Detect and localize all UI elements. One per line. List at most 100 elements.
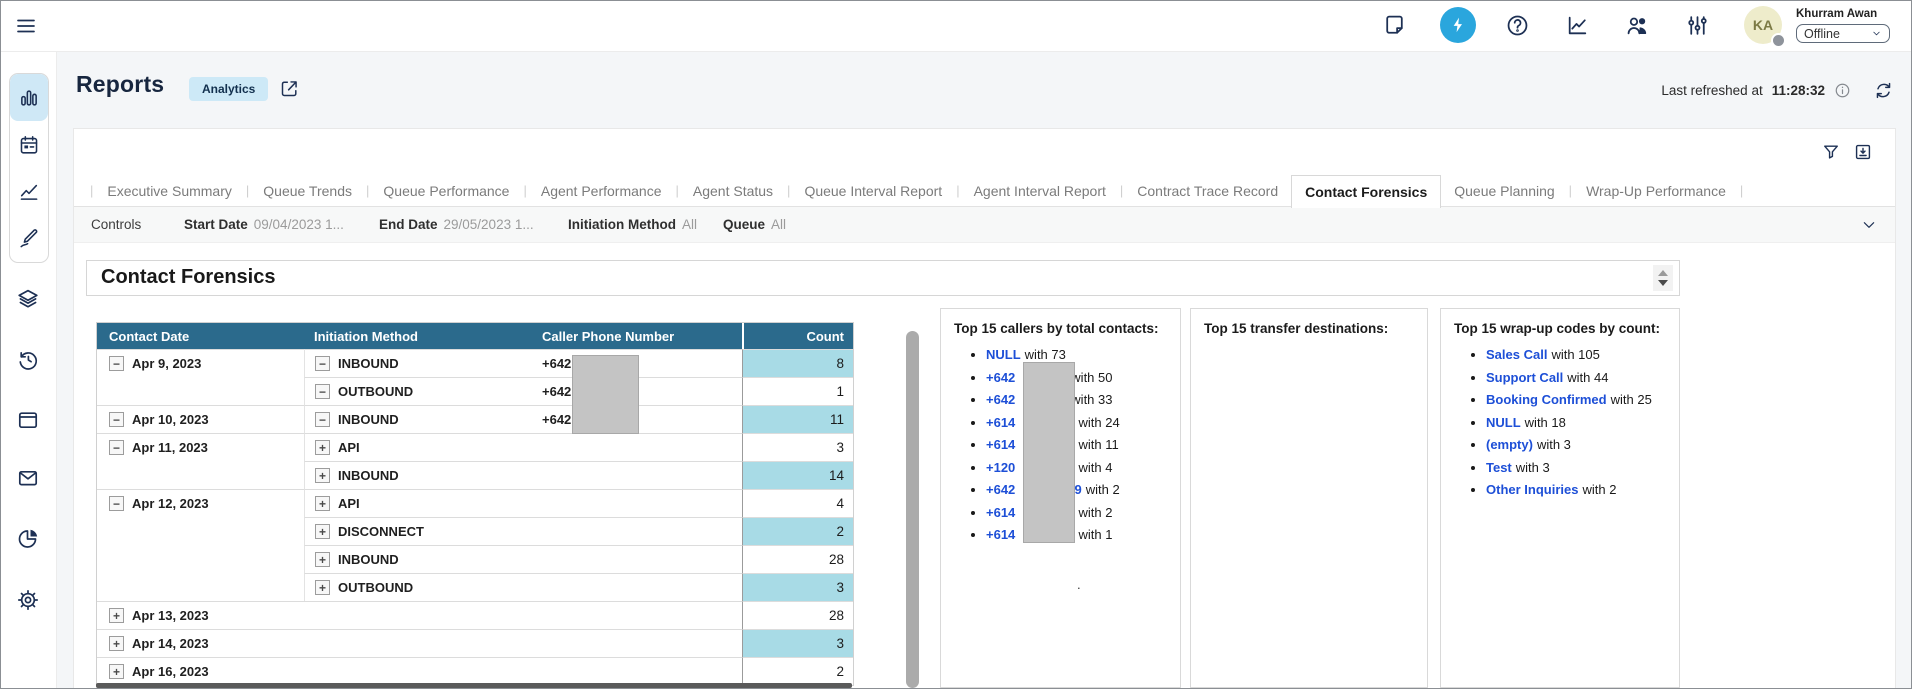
caller-link[interactable]: +642 <box>986 392 1015 407</box>
caller-count-text: with 4 <box>1079 460 1113 475</box>
tab-agent-performance[interactable]: Agent Performance <box>528 175 675 206</box>
tab-queue-trends[interactable]: Queue Trends <box>250 175 365 206</box>
hamburger-menu-icon[interactable] <box>14 14 38 38</box>
wrapup-count-text: with 44 <box>1567 370 1608 385</box>
gear-icon[interactable] <box>16 588 40 612</box>
col-initiation-method[interactable]: Initiation Method <box>304 323 534 349</box>
pie-chart-icon[interactable] <box>16 527 40 551</box>
tab-contract-trace-record[interactable]: Contract Trace Record <box>1124 175 1291 206</box>
controls-collapse-icon[interactable] <box>1861 217 1877 233</box>
date-cell <box>97 545 304 573</box>
table-horizontal-scrollbar[interactable] <box>96 683 852 688</box>
method-cell: +OUTBOUND <box>304 573 534 601</box>
spinner-up-icon[interactable] <box>1658 270 1668 276</box>
caller-link[interactable]: +614 <box>986 437 1015 452</box>
wrapup-count-text: with 2 <box>1582 482 1616 497</box>
expand-icon[interactable]: + <box>315 552 330 567</box>
sidebar-item-analytics[interactable] <box>10 168 48 215</box>
help-icon[interactable] <box>1505 13 1530 38</box>
mail-icon[interactable] <box>16 466 40 490</box>
window-icon[interactable] <box>16 408 40 432</box>
tab-agent-status[interactable]: Agent Status <box>680 175 786 206</box>
table-row: −OUTBOUND+6421 <box>97 377 853 405</box>
filter-end-date[interactable]: End Date29/05/2023 1... <box>379 217 534 232</box>
wrapup-count-text: with 25 <box>1611 392 1652 407</box>
expand-icon[interactable]: + <box>315 524 330 539</box>
last-refreshed-time: 11:28:32 <box>1772 83 1825 98</box>
expand-icon[interactable]: + <box>315 468 330 483</box>
collapse-icon[interactable]: − <box>109 496 124 511</box>
chevron-down-icon <box>1871 28 1882 39</box>
filter-initiation-method[interactable]: Initiation MethodAll <box>568 217 697 232</box>
caller-link[interactable]: +614 <box>986 505 1015 520</box>
last-refreshed-label: Last refreshed at <box>1661 83 1762 98</box>
note-icon[interactable] <box>1382 13 1407 38</box>
table-vertical-scrollbar[interactable] <box>906 331 919 688</box>
redaction-box <box>1023 362 1075 543</box>
controls-title: Controls <box>91 217 141 232</box>
date-cell: −Apr 9, 2023 <box>97 349 304 377</box>
tab-wrap-up-performance[interactable]: Wrap-Up Performance <box>1573 175 1739 206</box>
collapse-icon[interactable]: − <box>109 440 124 455</box>
info-icon[interactable] <box>1834 82 1851 99</box>
filter-queue[interactable]: QueueAll <box>723 217 786 232</box>
wrapup-link[interactable]: NULL <box>1486 415 1521 430</box>
expand-icon[interactable]: + <box>315 440 330 455</box>
metrics-icon[interactable] <box>1565 13 1590 38</box>
tab-queue-interval-report[interactable]: Queue Interval Report <box>791 175 955 206</box>
sidebar-item-design[interactable] <box>10 215 48 262</box>
expand-icon[interactable]: + <box>315 496 330 511</box>
flash-icon[interactable] <box>1440 7 1476 43</box>
method-cell: −OUTBOUND <box>304 377 534 405</box>
wrapup-count-text: with 105 <box>1551 347 1599 362</box>
forensics-table: Contact Date Initiation Method Caller Ph… <box>96 322 854 686</box>
wrapup-link[interactable]: Test <box>1486 460 1512 475</box>
spinner-down-icon[interactable] <box>1658 280 1668 286</box>
date-cell <box>97 461 304 489</box>
table-row: −Apr 9, 2023−INBOUND+6428 <box>97 349 853 377</box>
tab-agent-interval-report[interactable]: Agent Interval Report <box>961 175 1119 206</box>
collapse-icon[interactable]: − <box>315 412 330 427</box>
collapse-icon[interactable]: − <box>109 356 124 371</box>
wrapup-link[interactable]: Booking Confirmed <box>1486 392 1607 407</box>
tab-queue-performance[interactable]: Queue Performance <box>370 175 522 206</box>
col-count[interactable]: Count <box>742 323 853 349</box>
analytics-badge[interactable]: Analytics <box>189 77 268 101</box>
expand-icon[interactable]: + <box>109 664 124 679</box>
agents-icon[interactable] <box>1625 13 1650 38</box>
tab-executive-summary[interactable]: Executive Summary <box>94 175 244 206</box>
col-contact-date[interactable]: Contact Date <box>97 323 304 349</box>
external-link-icon[interactable] <box>279 78 300 99</box>
status-select[interactable]: Offline <box>1796 24 1890 43</box>
sliders-icon[interactable] <box>1685 13 1710 38</box>
caller-list-item: +6142with 2 <box>986 502 1180 525</box>
col-caller-phone[interactable]: Caller Phone Number <box>534 323 742 349</box>
expand-icon[interactable]: + <box>109 636 124 651</box>
layers-icon[interactable] <box>16 287 40 311</box>
expand-icon[interactable]: + <box>315 580 330 595</box>
collapse-icon[interactable]: − <box>315 356 330 371</box>
tab-queue-planning[interactable]: Queue Planning <box>1441 175 1567 206</box>
caller-link[interactable]: +642 <box>986 370 1015 385</box>
download-icon[interactable] <box>1853 142 1873 162</box>
caller-link[interactable]: NULL <box>986 347 1021 362</box>
caller-link[interactable]: +614 <box>986 527 1015 542</box>
wrapup-link[interactable]: Support Call <box>1486 370 1563 385</box>
caller-link[interactable]: +614 <box>986 415 1015 430</box>
caller-link[interactable]: +642 <box>986 482 1015 497</box>
refresh-icon[interactable] <box>1873 80 1894 101</box>
collapse-icon[interactable]: − <box>315 384 330 399</box>
status-select-value: Offline <box>1804 27 1840 41</box>
caller-link[interactable]: +120 <box>986 460 1015 475</box>
collapse-icon[interactable]: − <box>109 412 124 427</box>
history-icon[interactable] <box>16 348 40 372</box>
filter-start-date[interactable]: Start Date09/04/2023 1... <box>184 217 344 232</box>
tab-contact-forensics[interactable]: Contact Forensics <box>1291 175 1441 208</box>
wrapup-link[interactable]: (empty) <box>1486 437 1533 452</box>
expand-icon[interactable]: + <box>109 608 124 623</box>
sidebar-item-reports[interactable] <box>10 74 48 121</box>
sidebar-item-calendar[interactable] <box>10 121 48 168</box>
filter-icon[interactable] <box>1821 142 1841 162</box>
wrapup-link[interactable]: Other Inquiries <box>1486 482 1578 497</box>
wrapup-link[interactable]: Sales Call <box>1486 347 1547 362</box>
